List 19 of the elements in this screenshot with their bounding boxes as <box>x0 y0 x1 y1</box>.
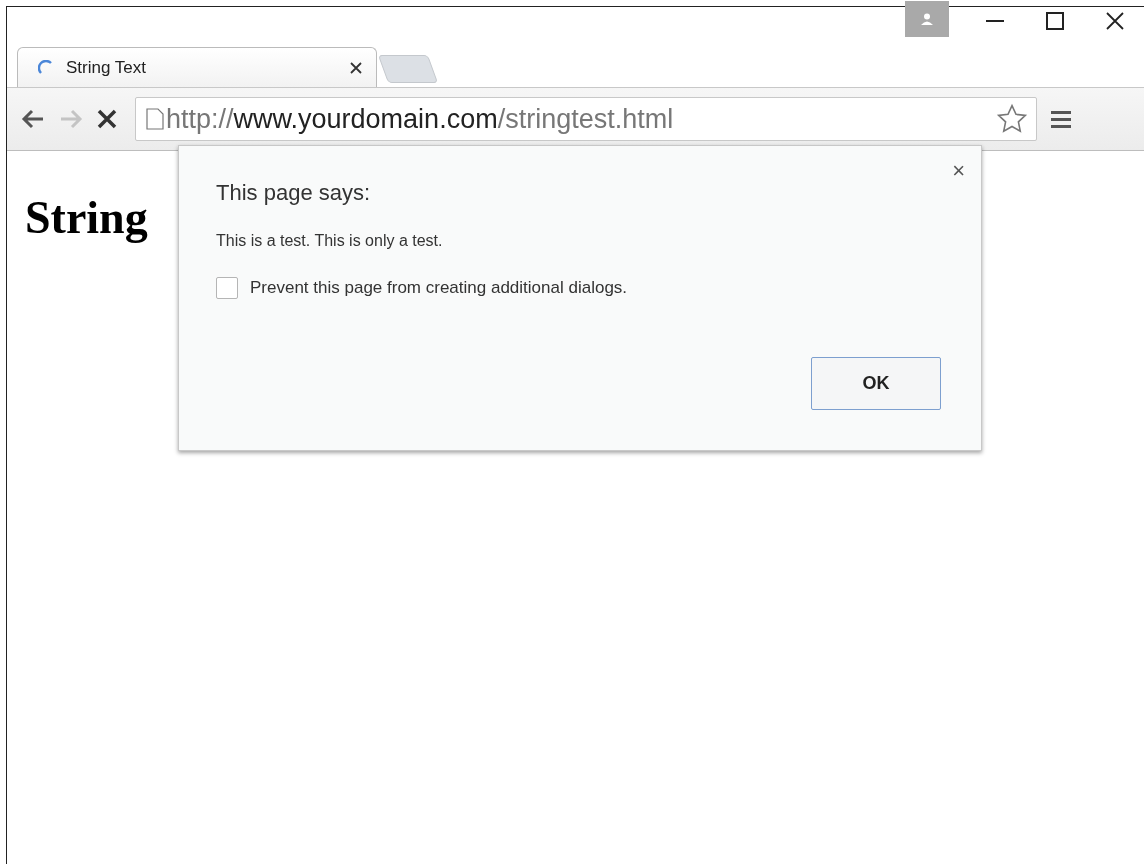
dialog-close-button[interactable]: × <box>952 160 965 182</box>
address-field[interactable]: http://www.yourdomain.com/stringtest.html <box>135 97 1037 141</box>
back-arrow-icon[interactable] <box>21 109 45 129</box>
ok-button[interactable]: OK <box>811 357 941 410</box>
checkbox[interactable] <box>216 276 238 299</box>
checkbox-label: Prevent this page from creating additional dialogs. <box>250 277 628 299</box>
tab-title: String Text <box>66 56 147 79</box>
dialog-title: This page says: <box>216 179 372 207</box>
browser-tab[interactable]: String Text <box>17 47 377 87</box>
stop-icon[interactable] <box>97 109 117 129</box>
minimize-icon[interactable] <box>986 19 1004 23</box>
close-icon[interactable] <box>1106 12 1124 30</box>
star-icon[interactable] <box>996 103 1028 135</box>
menu-icon[interactable] <box>1051 109 1071 129</box>
maximize-icon[interactable] <box>1046 12 1064 30</box>
page-icon <box>146 108 164 130</box>
page-heading: String <box>25 195 148 241</box>
close-tab-icon[interactable] <box>350 61 362 74</box>
dialog-message: This is a test. This is only a test. <box>216 231 444 251</box>
